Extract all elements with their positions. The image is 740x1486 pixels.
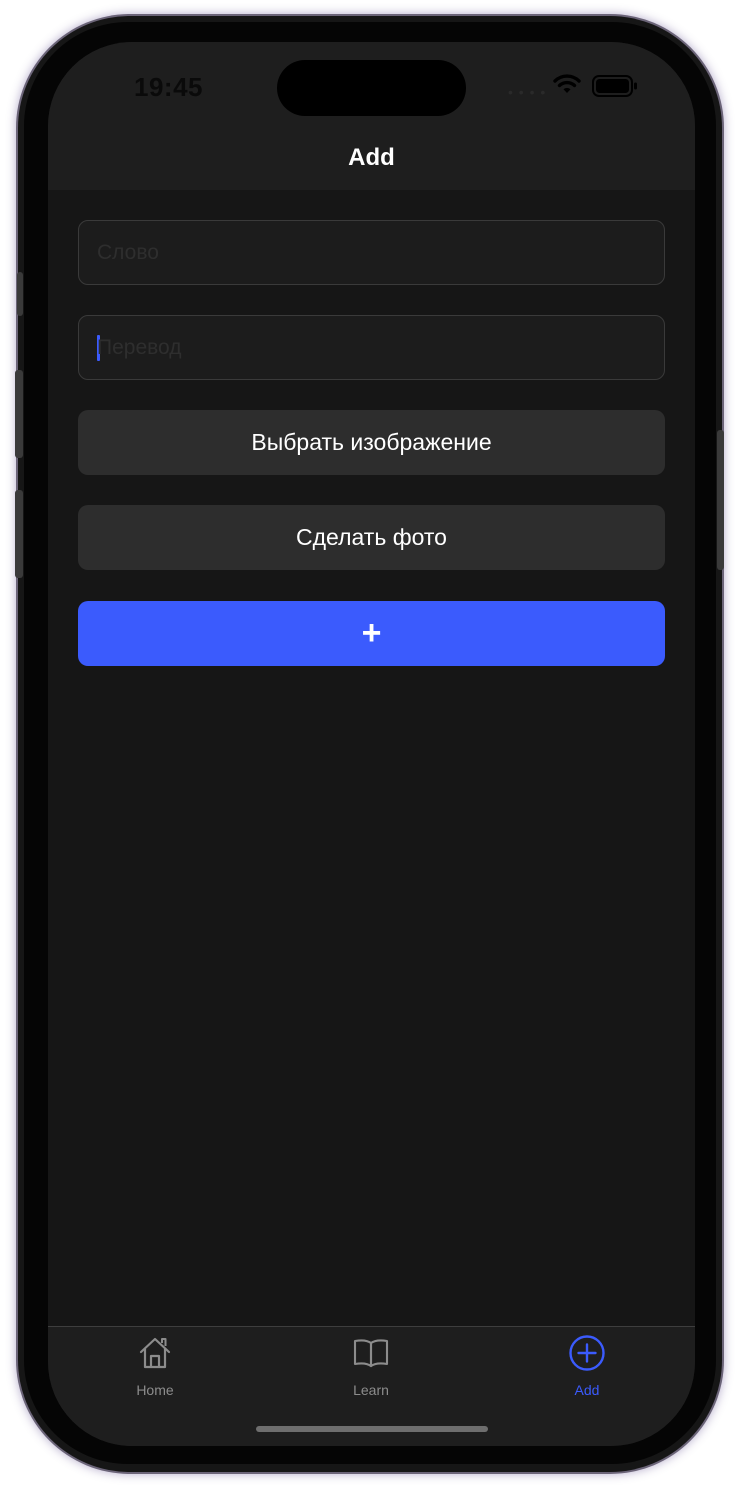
tab-learn-label: Learn (353, 1382, 389, 1398)
home-indicator (256, 1426, 488, 1432)
choose-image-label: Выбрать изображение (251, 429, 492, 455)
add-button-label: + (361, 614, 382, 652)
take-photo-label: Сделать фото (296, 524, 447, 550)
battery-icon (592, 75, 637, 97)
take-photo-button[interactable]: Сделать фото (78, 505, 665, 570)
status-time: 19:45 (134, 72, 203, 102)
choose-image-button[interactable]: Выбрать изображение (78, 410, 665, 475)
tab-add[interactable]: Add (487, 1327, 687, 1407)
translation-input[interactable] (97, 316, 647, 379)
translation-field[interactable] (78, 315, 665, 380)
wifi-icon (553, 74, 581, 93)
word-field[interactable] (78, 220, 665, 285)
dynamic-island (277, 60, 466, 116)
volume-down-button (15, 490, 23, 578)
status-bar: 19:45 • • • • (48, 42, 695, 138)
action-button (17, 272, 23, 316)
tab-home[interactable]: Home (55, 1327, 255, 1407)
house-icon (139, 1337, 171, 1369)
volume-up-button (15, 370, 23, 458)
word-input[interactable] (97, 221, 647, 284)
cellular-dots-icon: • • • • (508, 84, 547, 100)
book-icon (353, 1339, 389, 1368)
page-title: Add (348, 144, 395, 171)
tab-add-label: Add (574, 1382, 600, 1398)
tab-home-label: Home (136, 1382, 174, 1398)
add-word-button[interactable]: + (78, 601, 665, 666)
app-screen: 19:45 • • • • Add Выбрать изображение Сд… (48, 42, 695, 1446)
tab-learn[interactable]: Learn (271, 1327, 471, 1407)
power-button (717, 430, 724, 570)
plus-circle-icon (569, 1335, 605, 1371)
